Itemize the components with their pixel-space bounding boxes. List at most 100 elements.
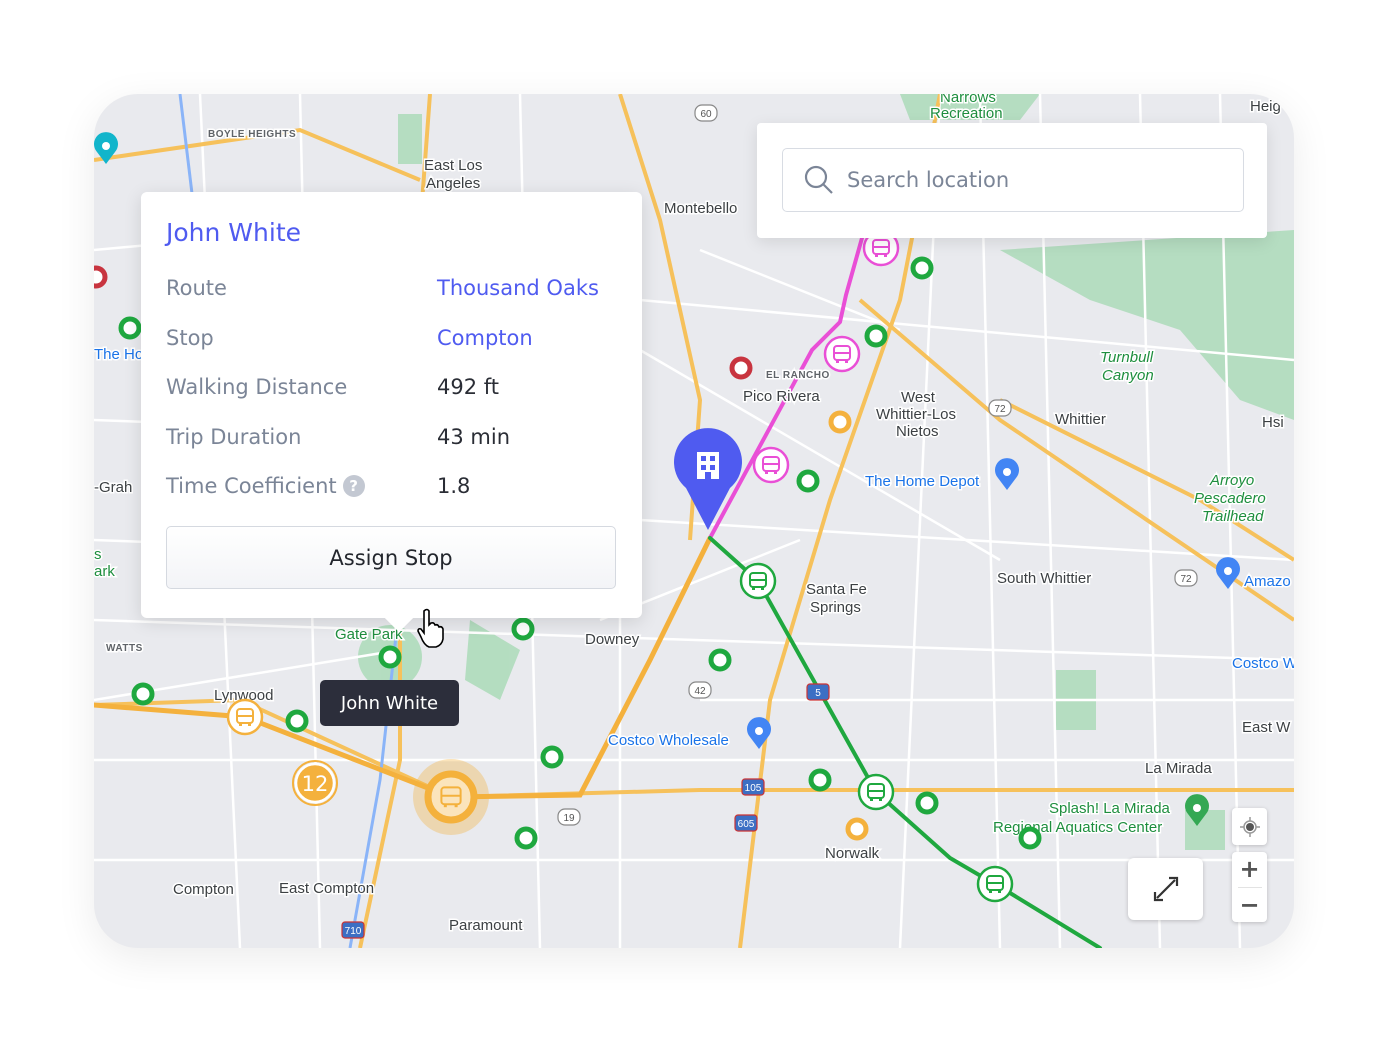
bus-stop-marker[interactable] (976, 865, 1014, 903)
stop-marker[interactable] (796, 469, 820, 493)
map-label: Angeles (426, 175, 480, 192)
map-label: The Ho (94, 346, 143, 363)
stop-marker[interactable] (94, 265, 108, 289)
map-label: Compton (173, 881, 234, 898)
shopping-pin-icon[interactable] (994, 458, 1020, 490)
building-pin-marker[interactable] (674, 428, 742, 530)
stop-marker[interactable] (131, 682, 155, 706)
field-label: Stop (166, 326, 214, 350)
stop-marker[interactable] (915, 791, 939, 815)
assign-stop-button[interactable]: Assign Stop (166, 526, 616, 589)
stop-marker[interactable] (808, 768, 832, 792)
map-label: Springs (810, 599, 861, 616)
map-label: Pico Rivera (743, 388, 820, 405)
map-label: BOYLE HEIGHTS (208, 129, 296, 140)
field-value-link[interactable]: Compton (437, 326, 533, 350)
map-label: Regional Aquatics Center (993, 819, 1162, 836)
map-label: Pescadero (1194, 490, 1266, 507)
field-label: Route (166, 276, 227, 300)
stop-marker[interactable] (1018, 826, 1042, 850)
stop-marker[interactable] (708, 648, 732, 672)
hand-cursor-icon (417, 608, 444, 648)
field-label: Walking Distance (166, 375, 347, 399)
crosshair-icon (1239, 816, 1260, 837)
map-label: Turnbull (1100, 349, 1154, 366)
question-circle-icon[interactable]: ? (342, 475, 365, 497)
stop-marker[interactable] (828, 410, 852, 434)
map-label: Trailhead (1202, 508, 1264, 525)
my-location-button[interactable] (1232, 808, 1267, 845)
rider-name[interactable]: John White (166, 218, 301, 247)
map-label: Recreation (930, 105, 1003, 122)
stop-marker[interactable] (540, 745, 564, 769)
map-label: Whittier-Los (876, 406, 956, 423)
search-icon (804, 165, 833, 194)
highway-number: 710 (345, 926, 362, 937)
highway-number: 42 (694, 686, 706, 697)
highway-number: 5 (815, 688, 821, 699)
map-label: Canyon (1102, 367, 1154, 384)
stop-marker[interactable] (514, 826, 538, 850)
map-label: Downey (585, 631, 640, 648)
rider-tooltip: John White (320, 680, 459, 726)
map-label: EL RANCHO (766, 370, 830, 381)
zoom-out-button[interactable]: − (1239, 888, 1259, 923)
stop-marker[interactable] (511, 617, 535, 641)
highway-number: 605 (738, 819, 755, 830)
field-label-text: Route (166, 276, 227, 300)
stop-marker[interactable] (845, 817, 869, 841)
bus-stop-marker[interactable] (752, 446, 790, 484)
map-label: Montebello (664, 200, 737, 217)
bus-stop-marker[interactable] (857, 773, 895, 811)
bus-stop-marker[interactable] (823, 335, 861, 373)
map-label: Arroyo (1209, 472, 1254, 489)
map-label: Whittier (1055, 411, 1106, 428)
map-label: The Home Depot (865, 473, 980, 490)
map-label: East Los (424, 157, 482, 174)
highway-number: 72 (994, 404, 1006, 415)
rider-popup: John White Route Thousand Oaks Stop Compton… (141, 192, 642, 633)
map-label: Hsi (1262, 414, 1284, 431)
zoom-controls: + − (1232, 852, 1267, 922)
map-label: Splash! La Mirada (1049, 800, 1171, 817)
map-label: -Grah (94, 479, 132, 496)
map-label: Paramount (449, 917, 523, 934)
map-label: East Compton (279, 880, 374, 897)
map-label: Norwalk (825, 845, 880, 862)
map-label: Gate Park (335, 626, 403, 643)
stop-marker[interactable] (118, 316, 142, 340)
highway-number: 19 (563, 813, 575, 824)
map-label: Costco Wholesale (608, 732, 729, 749)
field-label: Time Coefficient? (166, 474, 365, 498)
zoom-in-button[interactable]: + (1239, 852, 1259, 887)
field-value-link[interactable]: Thousand Oaks (437, 276, 599, 300)
field-value: 43 min (437, 424, 510, 449)
stop-marker[interactable] (285, 709, 309, 733)
map-label: Amazo (1244, 573, 1291, 590)
bus-stop-marker[interactable] (739, 562, 777, 600)
search-input[interactable]: Search location (782, 148, 1244, 212)
search-panel: Search location (757, 123, 1267, 238)
search-placeholder: Search location (847, 168, 1010, 192)
field-label: Trip Duration (166, 425, 301, 449)
stop-marker[interactable] (378, 645, 402, 669)
field-label-text: Trip Duration (166, 424, 302, 449)
shopping-pin-icon[interactable] (747, 717, 771, 749)
field-value: 492 ft (437, 375, 500, 399)
field-label-text: Walking Distance (166, 375, 348, 399)
map-label: Costco W (1232, 655, 1294, 672)
bus-stop-marker[interactable] (226, 698, 264, 736)
map-label: La Mirada (1145, 760, 1212, 777)
map-label: Nietos (896, 423, 939, 440)
route-green (708, 536, 1102, 948)
map-label: Heig (1250, 98, 1281, 115)
map-label: South Whittier (997, 570, 1091, 587)
stop-marker[interactable] (729, 356, 753, 380)
highway-number: 105 (745, 783, 762, 794)
shopping-pin-icon[interactable] (1216, 557, 1240, 589)
fullscreen-button[interactable] (1128, 858, 1203, 920)
map-label: s (94, 546, 102, 563)
highway-number: 72 (1180, 574, 1192, 585)
stop-marker[interactable] (864, 324, 888, 348)
stop-marker[interactable] (910, 256, 934, 280)
